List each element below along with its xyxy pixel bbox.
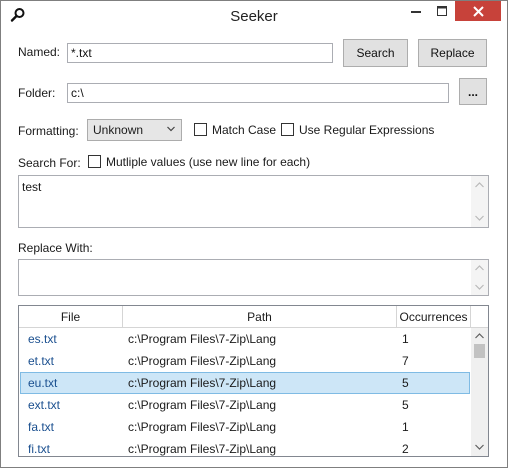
table-row-selected[interactable]: eu.txt c:\Program Files\7-Zip\Lang 5: [20, 372, 470, 394]
regex-label[interactable]: Use Regular Expressions: [299, 123, 434, 137]
named-input[interactable]: [67, 43, 333, 63]
table-row[interactable]: et.txt c:\Program Files\7-Zip\Lang 7: [20, 350, 470, 372]
named-label: Named:: [18, 45, 61, 59]
chevron-down-icon: [167, 126, 175, 132]
seeker-window: Seeker Named: Search Replace Folder: ...…: [0, 0, 508, 468]
column-header-occurrences[interactable]: Occurrences: [397, 306, 471, 328]
cell-occurrences: 1: [402, 332, 409, 346]
cell-occurrences: 5: [402, 398, 409, 412]
multiple-values-label[interactable]: Mutliple values (use new line for each): [106, 155, 310, 169]
search-for-label: Search For:: [18, 156, 81, 170]
scroll-down-icon: [475, 284, 484, 290]
match-case-checkbox[interactable]: [194, 123, 207, 136]
formatting-label: Formatting:: [18, 124, 79, 138]
replace-button[interactable]: Replace: [418, 39, 487, 67]
table-row[interactable]: fi.txt c:\Program Files\7-Zip\Lang 2: [20, 438, 470, 456]
replace-with-label: Replace With:: [18, 241, 93, 255]
folder-input[interactable]: [67, 83, 449, 103]
cell-path: c:\Program Files\7-Zip\Lang: [128, 332, 277, 346]
scroll-up-icon: [475, 333, 484, 339]
cell-occurrences: 7: [402, 354, 409, 368]
cell-file: et.txt: [28, 354, 55, 368]
table-row[interactable]: ext.txt c:\Program Files\7-Zip\Lang 5: [20, 394, 470, 416]
minimize-button[interactable]: [403, 1, 429, 21]
title-bar[interactable]: Seeker: [1, 1, 507, 32]
formatting-selected-value: Unknown: [93, 123, 144, 137]
scroll-up-icon: [475, 182, 484, 188]
match-case-label[interactable]: Match Case: [212, 123, 276, 137]
regex-checkbox[interactable]: [281, 123, 294, 136]
scroll-thumb[interactable]: [474, 344, 485, 358]
browse-folder-button[interactable]: ...: [459, 78, 487, 105]
cell-file: fa.txt: [28, 420, 55, 434]
scroll-up-icon: [475, 265, 484, 271]
close-icon: [472, 5, 484, 17]
results-grid: File Path Occurrences es.txt c:\Program …: [18, 305, 489, 457]
cell-path: c:\Program Files\7-Zip\Lang: [128, 354, 277, 368]
cell-file: ext.txt: [28, 398, 61, 412]
maximize-icon: [437, 6, 447, 16]
cell-occurrences: 1: [402, 420, 409, 434]
cell-file: es.txt: [28, 332, 57, 346]
column-header-path[interactable]: Path: [123, 306, 397, 328]
cell-file: fi.txt: [28, 442, 51, 456]
column-header-file[interactable]: File: [19, 306, 123, 328]
minimize-icon: [411, 11, 421, 13]
cell-occurrences: 5: [402, 376, 409, 390]
cell-occurrences: 2: [402, 442, 409, 456]
table-row[interactable]: fa.txt c:\Program Files\7-Zip\Lang 1: [20, 416, 470, 438]
cell-path: c:\Program Files\7-Zip\Lang: [128, 442, 277, 456]
scroll-down-icon: [475, 444, 484, 450]
search-button[interactable]: Search: [343, 39, 408, 67]
multiple-values-checkbox[interactable]: [88, 155, 101, 168]
results-scrollbar[interactable]: [471, 328, 488, 456]
cell-path: c:\Program Files\7-Zip\Lang: [128, 376, 277, 390]
formatting-select[interactable]: Unknown: [87, 119, 182, 141]
maximize-button[interactable]: [429, 1, 455, 21]
table-row[interactable]: es.txt c:\Program Files\7-Zip\Lang 1: [20, 328, 470, 350]
cell-file: eu.txt: [28, 376, 58, 390]
scroll-down-icon: [475, 215, 484, 221]
cell-path: c:\Program Files\7-Zip\Lang: [128, 420, 277, 434]
search-for-text: test: [22, 180, 42, 194]
replace-with-scrollbar[interactable]: [471, 260, 488, 295]
column-header-filler: [471, 306, 488, 328]
close-button[interactable]: [455, 1, 501, 21]
cell-path: c:\Program Files\7-Zip\Lang: [128, 398, 277, 412]
folder-label: Folder:: [18, 86, 56, 100]
search-for-textarea[interactable]: test: [18, 175, 489, 228]
replace-with-textarea[interactable]: [18, 259, 489, 296]
search-for-scrollbar[interactable]: [471, 176, 488, 227]
